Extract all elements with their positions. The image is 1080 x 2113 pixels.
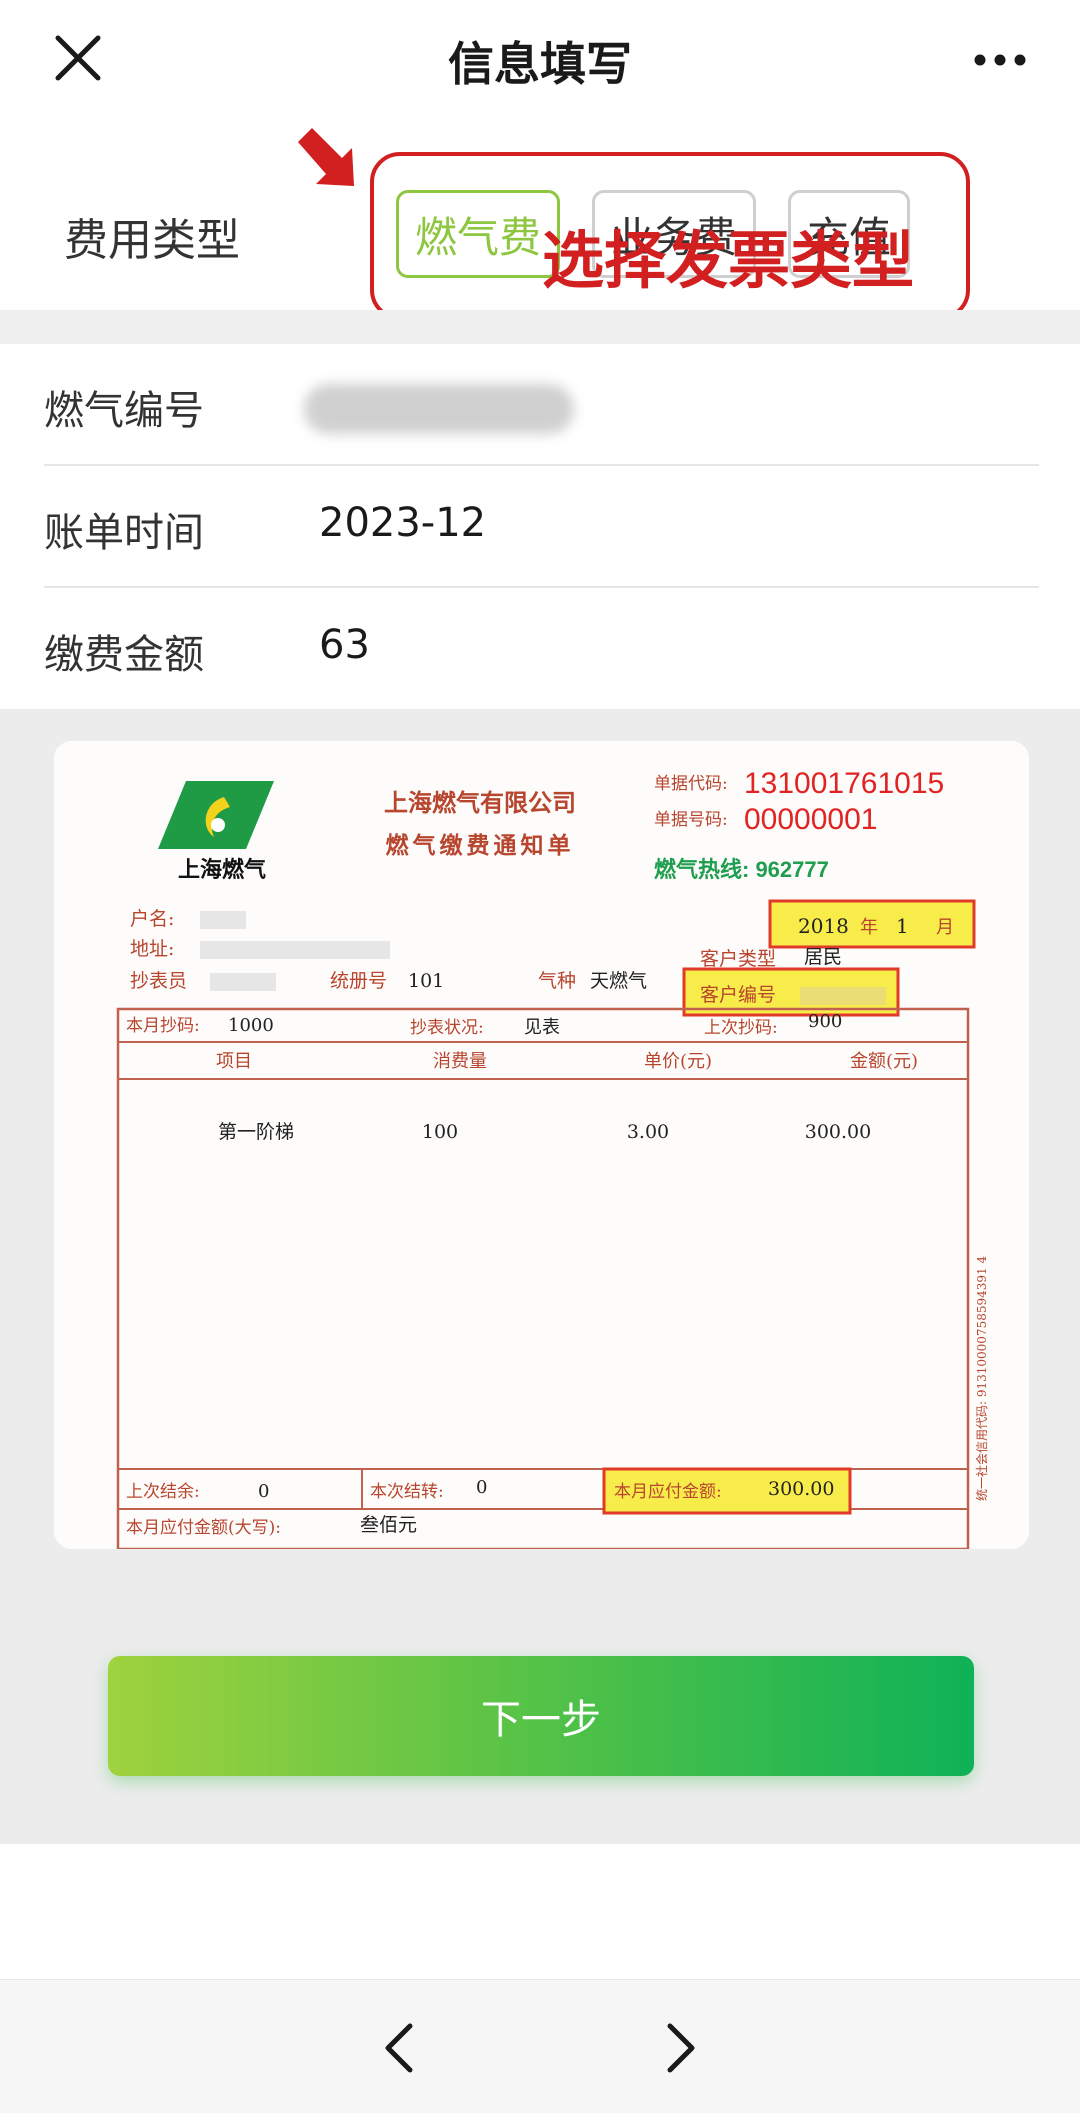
payable-words-value: 叁佰元 [360,1514,417,1536]
invoice-no-value: 00000001 [744,803,877,836]
last-balance-value: 0 [258,1481,269,1502]
bottom-spacer [0,1844,1080,1979]
invoice-name-label: 户名: [130,908,174,930]
col-price-header: 单价(元) [644,1051,712,1072]
payable-words-label: 本月应付金额(大写): [126,1518,281,1538]
amount-value: 63 [319,622,370,668]
this-reading-label: 本月抄码: [126,1016,200,1036]
invoice-no-label: 单据号码: [654,810,728,830]
side-credit-code: 统一社会信用代码: 91310000758594391 4 [974,1256,989,1501]
invoice-register-label: 统册号 [330,970,387,992]
invoice-customer-type-label: 客户类型 [700,948,776,970]
chevron-right-icon[interactable] [660,2020,700,2076]
fee-type-row: 费用类型 燃气费 业务费 充值 [0,120,1080,320]
invoice-title: 燃气缴费通知单 [386,832,575,859]
invoice-gas-type-label: 气种 [538,970,576,992]
col-usage-header: 消费量 [433,1051,487,1072]
info-row-amount: 缴费金额 63 [44,588,1039,710]
row-price: 3.00 [627,1121,669,1143]
invoice-month: 1 [896,914,909,938]
invoice-year: 2018 [798,914,849,938]
sample-invoice-image: 上海燃气 上海燃气有限公司 燃气缴费通知单 单据代码: 131001761015… [54,741,1029,1549]
invoice-month-unit: 月 [936,917,954,938]
invoice-code-value: 131001761015 [744,767,944,800]
gas-number-label: 燃气编号 [44,388,204,434]
col-item-header: 项目 [216,1051,252,1072]
col-amount-header: 金额(元) [850,1051,918,1072]
page-title: 信息填写 [448,37,632,91]
invoice-gas-type-value: 天燃气 [590,970,647,992]
row-usage: 100 [422,1121,458,1143]
fee-type-label: 费用类型 [64,215,240,266]
next-step-button[interactable]: 下一步 [108,1656,974,1776]
address-redacted [200,941,390,959]
logo-text: 上海燃气 [178,857,266,882]
customer-no-redacted [800,987,886,1005]
row-amount: 300.00 [805,1121,871,1143]
invoice-company: 上海燃气有限公司 [384,788,576,817]
invoice-hotline: 燃气热线: 962777 [654,857,829,882]
more-dots-icon[interactable] [970,40,1030,80]
info-row-gas-number: 燃气编号 [44,344,1039,466]
browser-bottom-bar [0,1979,1080,2113]
this-reading-value: 1000 [228,1015,274,1036]
info-list: 燃气编号 账单时间 2023-12 缴费金额 63 [0,344,1080,709]
invoice-customer-type-value: 居民 [804,946,842,968]
name-redacted [200,911,246,929]
invoice-code-label: 单据代码: [654,774,728,794]
invoice-year-unit: 年 [860,917,878,938]
last-reading-value: 900 [808,1011,842,1032]
annotation-arrow-icon [298,128,354,186]
fee-option-gas[interactable]: 燃气费 [396,190,560,278]
reader-redacted [210,973,276,991]
row-item: 第一阶梯 [218,1121,294,1143]
bill-time-label: 账单时间 [44,510,204,556]
info-row-bill-time: 账单时间 2023-12 [44,466,1039,588]
chevron-left-icon[interactable] [380,2020,420,2076]
payable-value: 300.00 [768,1478,834,1500]
carry-value: 0 [476,1477,487,1498]
invoice-reader-label: 抄表员 [130,970,187,992]
invoice-customer-no-label: 客户编号 [700,984,776,1006]
gas-number-value-redacted [304,384,574,434]
section-divider [0,310,1080,344]
sample-area: 上海燃气 上海燃气有限公司 燃气缴费通知单 单据代码: 131001761015… [0,709,1080,1844]
sample-invoice-card: 上海燃气 上海燃气有限公司 燃气缴费通知单 单据代码: 131001761015… [54,741,1029,1549]
invoice-addr-label: 地址: [130,938,174,960]
bill-time-value: 2023-12 [319,500,487,546]
annotation-text: 选择发票类型 [542,224,915,297]
status-label: 抄表状况: [410,1018,484,1038]
last-balance-label: 上次结余: [126,1482,200,1502]
invoice-register-value: 101 [408,970,444,992]
last-reading-label: 上次抄码: [704,1018,778,1038]
payable-label: 本月应付金额: [614,1482,722,1502]
nav-bar: 信息填写 [0,0,1080,120]
amount-label: 缴费金额 [44,632,204,678]
status-value: 见表 [524,1017,560,1038]
carry-label: 本次结转: [370,1482,444,1502]
